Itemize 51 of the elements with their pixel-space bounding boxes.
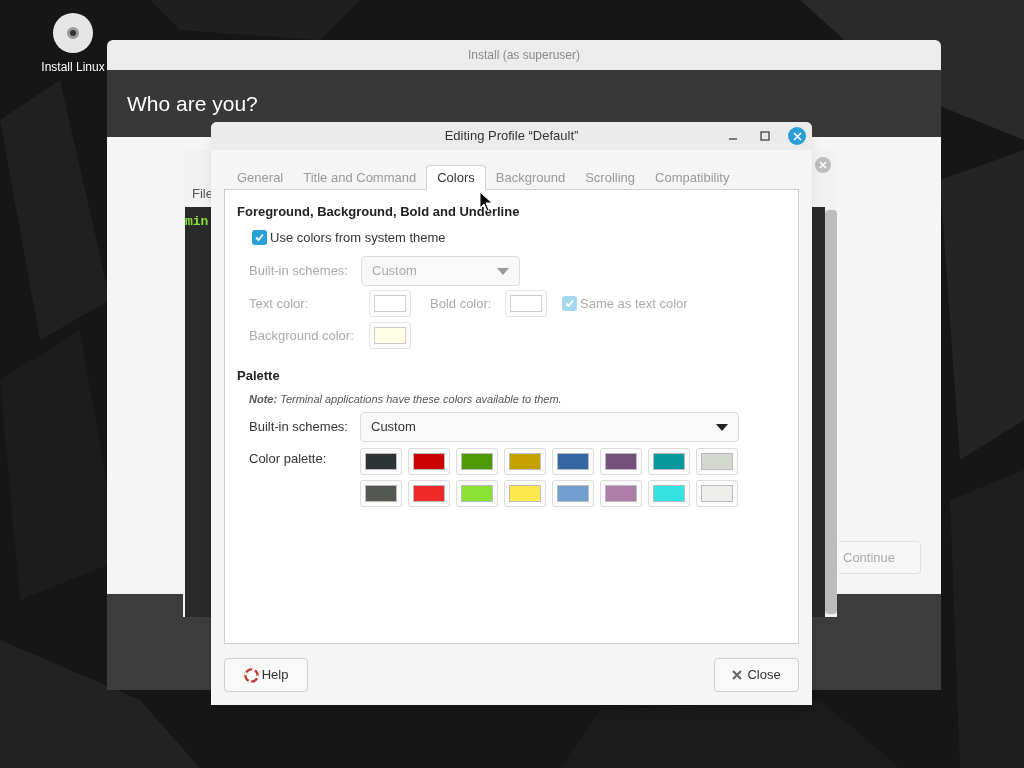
checkbox[interactable] xyxy=(252,229,267,245)
color-swatch[interactable] xyxy=(600,448,642,475)
check-icon xyxy=(254,231,265,243)
close-icon[interactable] xyxy=(788,127,806,145)
disc-icon[interactable] xyxy=(52,12,94,54)
page-heading: Who are you? xyxy=(127,90,258,117)
color-swatch[interactable] xyxy=(648,480,690,507)
field-label: Text color: xyxy=(249,294,310,313)
color-swatch[interactable] xyxy=(456,480,498,507)
color-swatch[interactable] xyxy=(408,480,450,507)
field-label: Color palette: xyxy=(249,450,328,468)
scrollbar-thumb[interactable] xyxy=(825,210,837,614)
color-swatch[interactable] xyxy=(360,480,402,507)
field-label: Bold color: xyxy=(430,294,493,313)
caret-icon xyxy=(497,267,509,275)
field-label: Background color: xyxy=(249,326,355,345)
tab[interactable]: Scrolling xyxy=(575,165,646,190)
tab[interactable]: Colors xyxy=(426,165,486,190)
section-heading: Foreground, Background, Bold and Underline xyxy=(237,203,521,221)
color-swatch[interactable] xyxy=(456,448,498,475)
tab[interactable]: Background xyxy=(485,165,576,190)
color-swatch[interactable] xyxy=(360,448,402,475)
desktop-icon-label[interactable]: Install Linux xyxy=(41,58,105,76)
color-swatch[interactable] xyxy=(648,448,690,475)
color-swatch[interactable] xyxy=(696,480,738,507)
close-icon[interactable] xyxy=(815,157,831,173)
color-swatch[interactable] xyxy=(504,448,546,475)
checkbox-label[interactable]: Use colors from system theme xyxy=(270,227,446,247)
close-icon xyxy=(732,670,743,680)
field-label: Built-in schemes: xyxy=(249,262,349,281)
lifebuoy-icon xyxy=(243,667,259,683)
tab[interactable]: Compatibility xyxy=(645,165,740,190)
section-heading: Palette xyxy=(237,367,281,385)
color-swatch[interactable] xyxy=(696,448,738,475)
window-title: Install (as superuser) xyxy=(467,47,580,64)
tab[interactable]: General xyxy=(227,165,294,190)
caret-icon xyxy=(716,423,728,431)
dialog-title: Editing Profile “Default” xyxy=(444,127,579,146)
color-swatch[interactable] xyxy=(552,480,594,507)
note-text: Note: Terminal applications have these colors available to them. xyxy=(248,391,563,407)
scheme-dropdown[interactable]: Custom xyxy=(360,412,739,442)
check-icon xyxy=(564,298,575,309)
terminal-prompt: min xyxy=(185,214,209,229)
help-button[interactable]: Help xyxy=(224,658,308,692)
color-swatch[interactable] xyxy=(552,448,594,475)
color-swatch[interactable] xyxy=(504,480,546,507)
field-label: Built-in schemes: xyxy=(249,418,349,437)
tab[interactable]: Title and Command xyxy=(293,165,427,190)
close-button[interactable]: Close xyxy=(714,658,799,692)
color-swatch[interactable] xyxy=(600,480,642,507)
color-swatch[interactable] xyxy=(408,448,450,475)
